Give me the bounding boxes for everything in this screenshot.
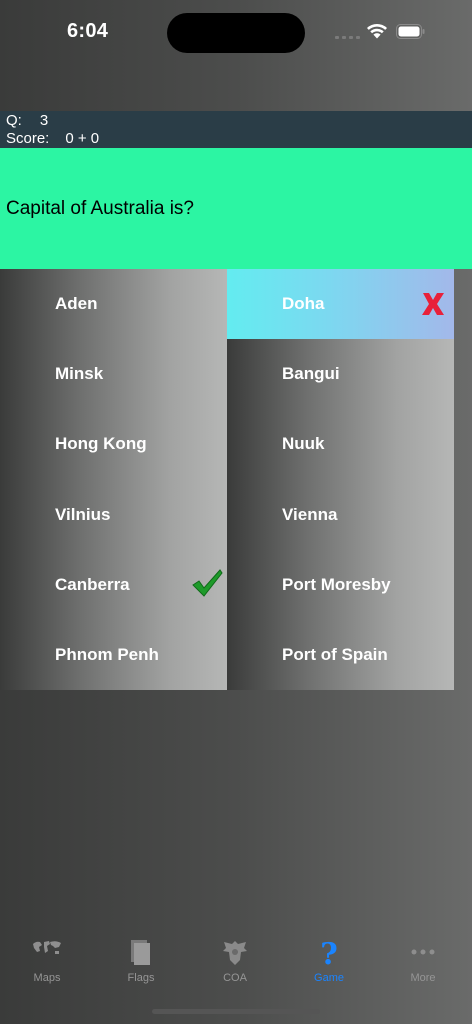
dynamic-island [167, 13, 305, 53]
question-panel: Capital of Australia is? [0, 148, 472, 269]
cellular-signal-icon [335, 36, 360, 39]
score-info-bar: Q: 3 Score: 0 + 0 [0, 111, 472, 148]
answer-label: Canberra [55, 574, 130, 594]
more-dots-icon [411, 949, 435, 955]
answer-button-wrong[interactable]: Doha [227, 269, 454, 340]
answer-button[interactable]: Phnom Penh [0, 620, 227, 691]
answer-button[interactable]: Port Moresby [227, 549, 454, 620]
tab-label: COA [223, 972, 247, 984]
score-value: 0 + 0 [65, 130, 100, 147]
answer-button[interactable]: Vienna [227, 479, 454, 550]
answer-label: Vilnius [55, 504, 111, 524]
battery-icon [396, 24, 425, 39]
question-number-value: 3 [39, 112, 49, 129]
question-number-label: Q: [6, 112, 22, 129]
tab-label: Flags [127, 972, 155, 984]
answer-button[interactable]: Bangui [227, 339, 454, 410]
tab-coa[interactable]: COA [188, 930, 282, 1000]
tab-label: Game [314, 972, 344, 984]
answer-label: Hong Kong [55, 434, 147, 454]
wrong-x-icon [422, 293, 444, 315]
answer-button[interactable]: Vilnius [0, 479, 227, 550]
flags-icon [131, 940, 150, 965]
answer-grid: Aden Minsk Hong Kong Vilnius Canberra Ph… [0, 269, 454, 691]
answer-button[interactable]: Port of Spain [227, 620, 454, 691]
answer-label: Nuuk [282, 434, 325, 454]
wifi-icon [367, 24, 387, 39]
answer-button[interactable]: Hong Kong [0, 409, 227, 480]
answer-label: Minsk [55, 364, 104, 384]
question-mark-icon: ? [320, 938, 338, 968]
question-text: Capital of Australia is? [6, 198, 194, 219]
svg-text:?: ? [320, 938, 338, 968]
status-time: 6:04 [67, 20, 109, 42]
answer-label: Doha [282, 294, 325, 313]
answer-label: Bangui [282, 364, 340, 384]
answer-label: Port of Spain [282, 645, 388, 664]
answer-label: Port Moresby [282, 574, 391, 594]
question-number-row: Q: 3 [6, 112, 48, 130]
coat-of-arms-icon [223, 941, 247, 965]
home-indicator [152, 1009, 320, 1014]
world-map-icon [33, 941, 61, 954]
tab-flags[interactable]: Flags [94, 930, 188, 1000]
answer-button[interactable]: Aden [0, 269, 227, 340]
score-row: Score: 0 + 0 [6, 130, 99, 148]
answer-button[interactable]: Nuuk [227, 409, 454, 480]
tab-label: More [410, 972, 436, 984]
checkmark-icon [192, 568, 223, 597]
answer-button-correct[interactable]: Canberra [0, 549, 227, 620]
tab-label: Maps [33, 972, 61, 984]
status-bar: 6:04 [0, 0, 472, 62]
tab-maps[interactable]: Maps [0, 930, 94, 1000]
tab-more[interactable]: More [376, 930, 470, 1000]
answer-label: Aden [55, 294, 98, 313]
score-label: Score: [6, 130, 50, 147]
answer-button[interactable]: Minsk [0, 339, 227, 410]
tab-game[interactable]: ? Game [282, 930, 376, 1000]
answer-label: Phnom Penh [55, 645, 159, 664]
answer-label: Vienna [282, 504, 338, 524]
